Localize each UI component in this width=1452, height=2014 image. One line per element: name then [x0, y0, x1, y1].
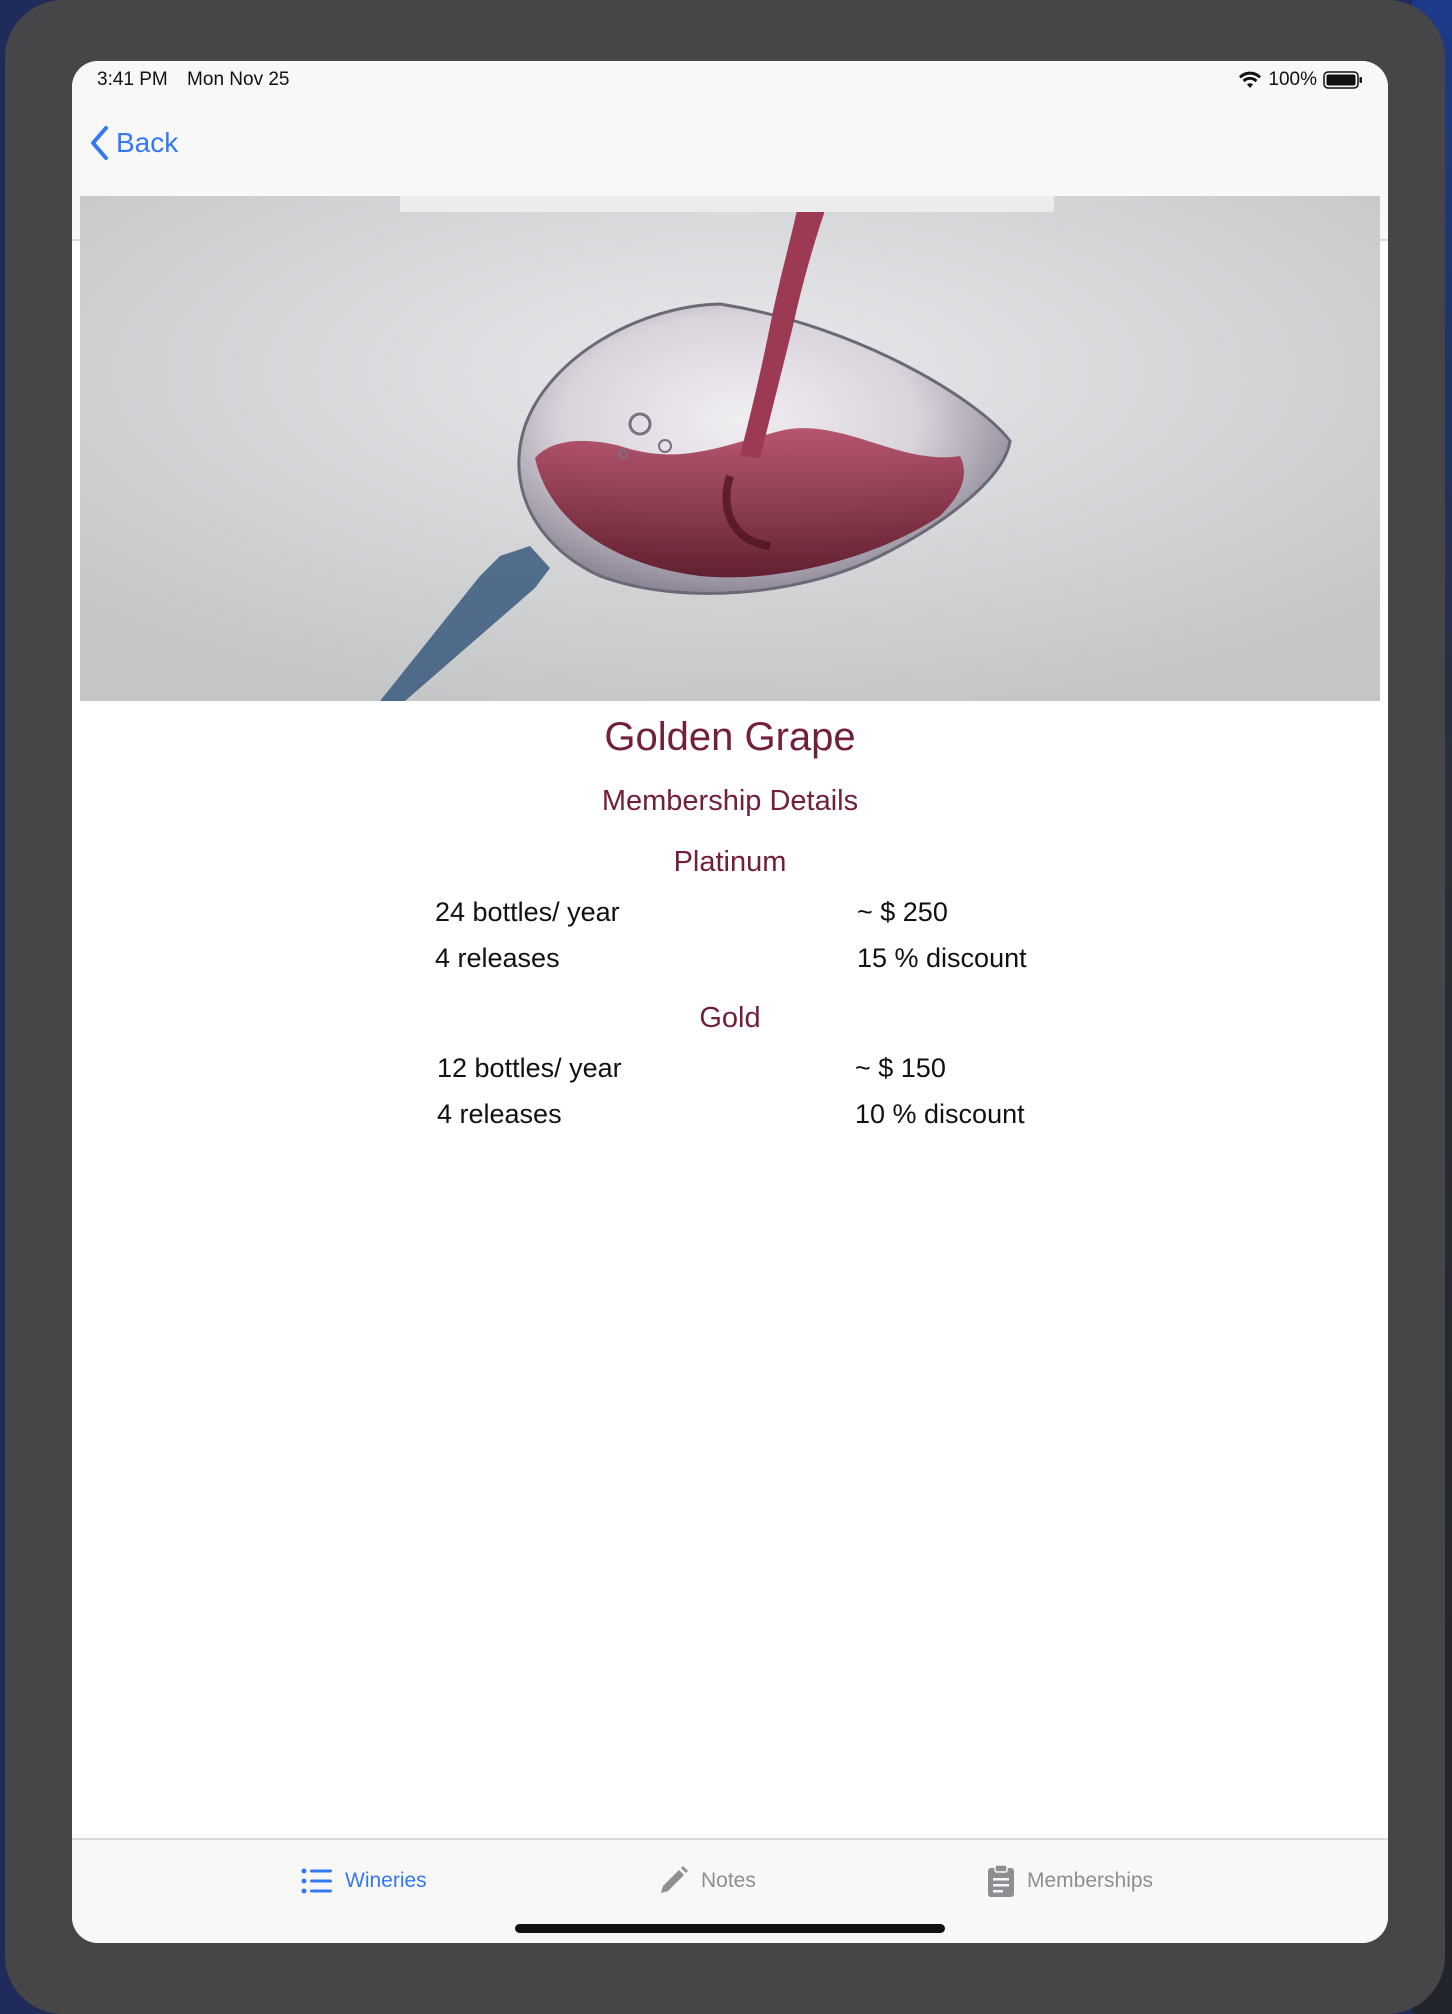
app-screen: 3:41 PM Mon Nov 25 100% Back Golden Grap…: [72, 61, 1388, 1943]
tab-wineries[interactable]: Wineries: [301, 1863, 427, 1899]
platinum-releases: 4 releases: [435, 943, 560, 973]
platinum-price: ~ $ 250: [857, 897, 948, 927]
chevron-left-icon: [91, 126, 108, 160]
photo-strip: [400, 196, 1054, 212]
status-date: Mon Nov 25: [187, 69, 290, 90]
tab-notes[interactable]: Notes: [657, 1863, 756, 1899]
platinum-bottles: 24 bottles/ year: [435, 897, 620, 927]
status-time-date: 3:41 PM Mon Nov 25: [97, 69, 290, 91]
wine-glass-photo: [80, 196, 1380, 701]
tab-wineries-label: Wineries: [345, 1869, 427, 1892]
gold-discount: 10 % discount: [855, 1099, 1025, 1129]
status-right: 100%: [1238, 69, 1363, 91]
ipad-frame: 3:41 PM Mon Nov 25 100% Back Golden Grap…: [5, 0, 1445, 2014]
battery-icon: [1323, 71, 1362, 89]
tier-name-platinum: Platinum: [673, 846, 787, 878]
list-icon: [301, 1868, 332, 1894]
tab-memberships-label: Memberships: [1027, 1869, 1154, 1892]
gold-price: ~ $ 150: [855, 1053, 946, 1083]
back-button[interactable]: Back: [88, 123, 178, 163]
status-bar: 3:41 PM Mon Nov 25 100%: [72, 61, 1388, 115]
gold-releases: 4 releases: [437, 1099, 562, 1129]
status-time: 3:41 PM: [97, 69, 168, 90]
wine-glass-image: [80, 196, 1380, 701]
winery-name: Golden Grape: [604, 715, 856, 759]
tier-name-gold: Gold: [699, 1002, 761, 1034]
tab-notes-label: Notes: [701, 1869, 756, 1892]
gold-bottles: 12 bottles/ year: [437, 1053, 622, 1083]
section-title: Membership Details: [601, 785, 859, 817]
pencil-icon: [661, 1866, 688, 1893]
battery-percent: 100%: [1268, 69, 1317, 90]
platinum-discount: 15 % discount: [857, 943, 1027, 973]
clipboard-icon: [988, 1864, 1014, 1897]
home-indicator: [515, 1924, 945, 1933]
tab-memberships[interactable]: Memberships: [987, 1863, 1153, 1899]
tab-bar: Wineries Notes Memberships: [72, 1838, 1388, 1943]
back-label: Back: [116, 127, 179, 158]
wifi-icon: [1239, 71, 1262, 88]
